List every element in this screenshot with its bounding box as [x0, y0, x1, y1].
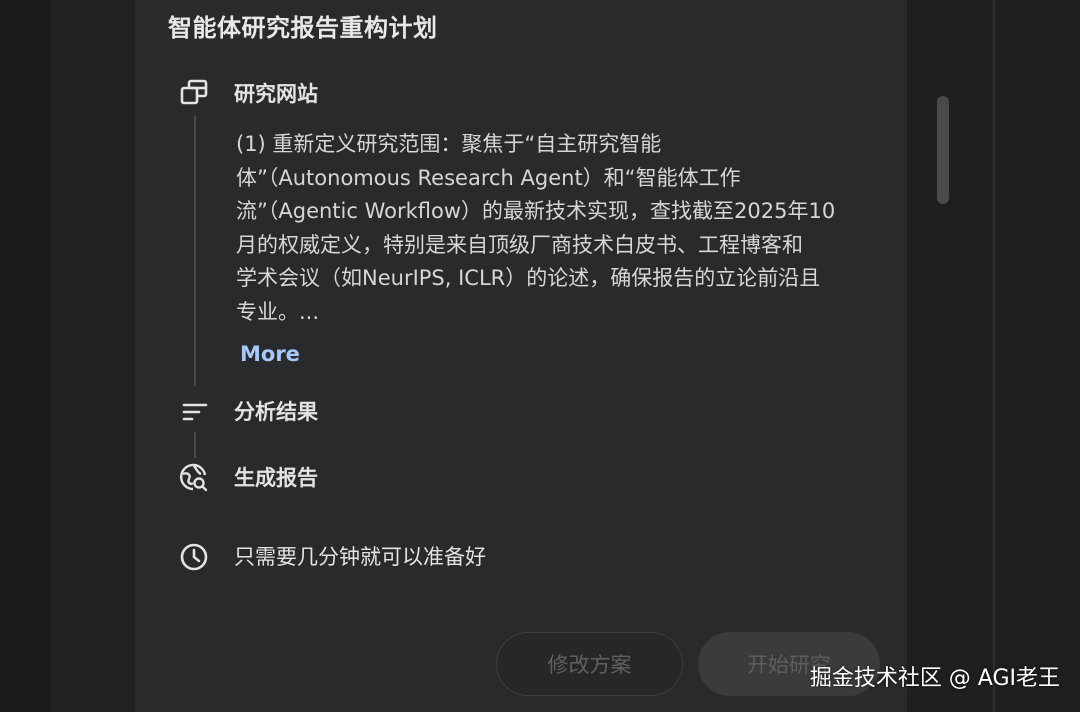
description-line: 月的权威定义，特别是来自顶级厂商技术白皮书、工程博客和 — [236, 232, 803, 257]
description-line: (1) 重新定义研究范围：聚焦于“自主研究智能 — [236, 132, 662, 156]
timeline-connector — [194, 116, 196, 386]
time-estimate: 只需要几分钟就可以准备好 — [234, 545, 486, 569]
more-link[interactable]: More — [240, 342, 300, 366]
browse-window-icon — [179, 77, 209, 107]
description-line: 流”（Agentic Workflow）的最新技术实现，查找截至2025年10 — [236, 199, 836, 223]
description-line: 体”（Autonomous Research Agent）和“智能体工作 — [236, 165, 741, 190]
right-divider — [993, 0, 995, 712]
scrollbar[interactable] — [937, 96, 949, 204]
step-research-website: 研究网站 — [234, 82, 318, 106]
left-gutter — [0, 0, 135, 712]
description-line: 学术会议（如NeurIPS, ICLR）的论述，确保报告的立论前沿且 — [236, 266, 821, 290]
clock-icon — [179, 542, 209, 572]
description-line: 专业。... — [236, 299, 320, 324]
step-generate-report: 生成报告 — [234, 466, 318, 490]
globe-search-icon — [179, 463, 209, 493]
screen: 智能体研究报告重构计划 研究网站 (1) 重新定义研究范围：聚焦于“自主研究智能… — [0, 0, 1080, 712]
step-analyze-results: 分析结果 — [234, 400, 318, 424]
sort-lines-icon — [180, 397, 210, 427]
step-description: (1) 重新定义研究范围：聚焦于“自主研究智能 体”（Autonomous Re… — [236, 128, 896, 329]
timeline-connector — [194, 432, 196, 458]
watermark: 掘金技术社区 @ AGI老王 — [809, 666, 1060, 691]
plan-title: 智能体研究报告重构计划 — [168, 14, 438, 42]
modify-plan-button[interactable]: 修改方案 — [496, 632, 683, 696]
